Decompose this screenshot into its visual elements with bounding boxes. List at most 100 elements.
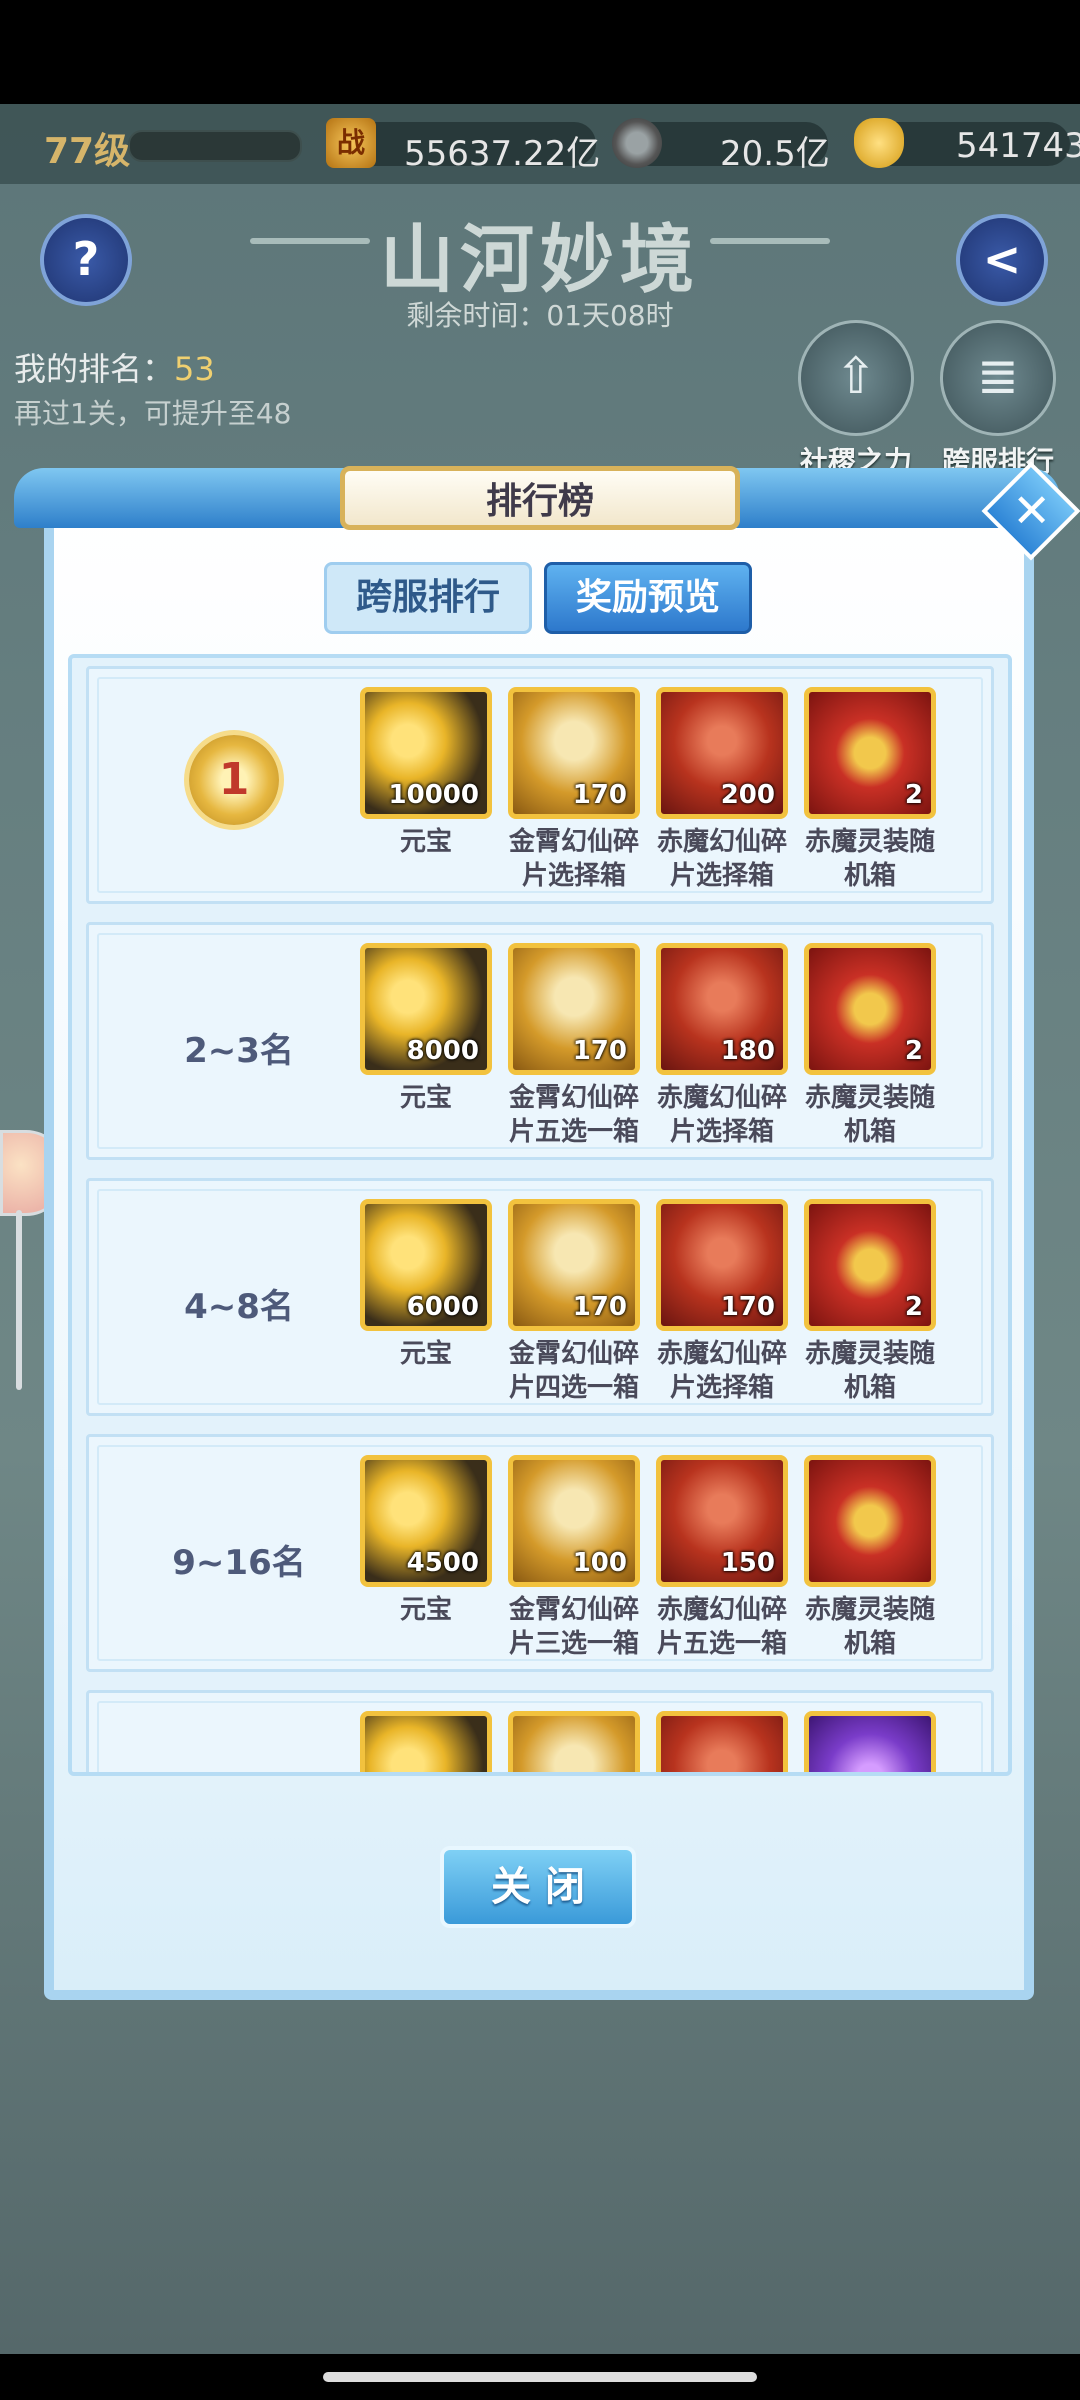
gold-fragment-box-icon	[508, 1711, 640, 1772]
item-count: 100	[572, 1548, 627, 1578]
item-name: 赤魔幻仙碎片选择箱	[656, 1339, 787, 1403]
item-count: 10000	[388, 780, 479, 810]
item-count: 4500	[406, 1548, 479, 1578]
my-rank: 我的排名：53	[14, 344, 215, 390]
item-count: 2	[904, 780, 923, 810]
navigation-bar	[0, 2354, 1080, 2400]
rank-label: 2~3名	[184, 1031, 294, 1071]
resource-bar: 77级 战 55637.22亿 20.5亿 541743	[0, 104, 1080, 184]
item-count: 150	[720, 1548, 775, 1578]
item-count: 170	[572, 780, 627, 810]
reward-item[interactable]: 200 赤魔幻仙碎片选择箱	[651, 687, 793, 893]
close-button[interactable]: 关 闭	[440, 1846, 636, 1928]
item-name: 赤魔幻仙碎片五选一箱	[656, 1595, 787, 1659]
power-icon: ⇧	[798, 320, 914, 436]
red-fragment-box-icon: 170	[656, 1199, 788, 1331]
reward-item[interactable]: 2 赤魔灵装随机箱	[799, 687, 941, 893]
cross-server-ranking-button[interactable]: ≣ 跨服排行	[928, 320, 1068, 480]
reward-item[interactable]: 150 赤魔幻仙碎片五选一箱	[651, 1455, 793, 1661]
reward-item[interactable]: 10000 元宝	[355, 687, 497, 859]
gold-fragment-box-icon: 170	[508, 1199, 640, 1331]
purple-chest-icon	[804, 1711, 936, 1772]
item-count: 170	[572, 1292, 627, 1322]
reward-item[interactable]: 170 金霄幻仙碎片四选一箱	[503, 1199, 645, 1405]
item-name: 元宝	[399, 827, 452, 857]
ingot-icon	[360, 1711, 492, 1772]
tab-cross-server-ranking[interactable]: 跨服排行	[324, 562, 532, 634]
back-button[interactable]: <	[956, 214, 1048, 306]
item-name: 赤魔灵装随机箱	[804, 1595, 935, 1659]
reward-item[interactable]: 100 金霄幻仙碎片三选一箱	[503, 1455, 645, 1661]
rank-label: 4~8名	[184, 1287, 294, 1327]
reward-row	[86, 1690, 994, 1772]
reward-item[interactable]	[651, 1711, 793, 1772]
home-indicator[interactable]	[323, 2372, 757, 2382]
my-rank-value: 53	[174, 350, 215, 388]
gold-fragment-box-icon: 170	[508, 943, 640, 1075]
ranking-icon: ≣	[940, 320, 1056, 436]
reward-row: 2~3名 8000 元宝 170 金霄幻仙碎片五选一箱 180 赤魔幻仙碎片选择箱 2…	[86, 922, 994, 1160]
sheji-power-button[interactable]: ⇧ 社稷之力	[786, 320, 926, 480]
item-count: 6000	[406, 1292, 479, 1322]
reward-item[interactable]: 170 赤魔幻仙碎片选择箱	[651, 1199, 793, 1405]
rank-hint: 再过1关，可提升至48	[14, 397, 292, 430]
treasure-chest-icon: 2	[804, 687, 936, 819]
reward-item[interactable]: 6000 元宝	[355, 1199, 497, 1371]
first-place-medal-icon: 1	[189, 735, 279, 825]
item-name: 金霄幻仙碎片五选一箱	[508, 1083, 639, 1147]
power-icon: 战	[326, 118, 376, 168]
gold-fragment-box-icon: 170	[508, 687, 640, 819]
reward-row: 4~8名 6000 元宝 170 金霄幻仙碎片四选一箱 170 赤魔幻仙碎片选择箱 2…	[86, 1178, 994, 1416]
red-fragment-box-icon: 180	[656, 943, 788, 1075]
red-fragment-box-icon	[656, 1711, 788, 1772]
ingot-icon: 6000	[360, 1199, 492, 1331]
tab-reward-preview[interactable]: 奖励预览	[544, 562, 752, 634]
reward-row: 9~16名 4500 元宝 100 金霄幻仙碎片三选一箱 150 赤魔幻仙碎片五选一箱…	[86, 1434, 994, 1672]
item-count: 8000	[406, 1036, 479, 1066]
reward-item[interactable]	[355, 1711, 497, 1772]
silver-coin-icon	[612, 118, 662, 168]
item-name: 赤魔幻仙碎片选择箱	[656, 827, 787, 891]
reward-row: 1 10000 元宝 170 金霄幻仙碎片选择箱 200 赤魔幻仙碎片选择箱 2 赤魔灵…	[86, 666, 994, 904]
reward-item[interactable]: 2 赤魔灵装随机箱	[799, 1199, 941, 1405]
item-name: 元宝	[399, 1083, 452, 1113]
item-name: 金霄幻仙碎片四选一箱	[508, 1339, 639, 1403]
item-name: 元宝	[399, 1595, 452, 1625]
treasure-chest-icon	[804, 1455, 936, 1587]
reward-item[interactable]: 4500 元宝	[355, 1455, 497, 1627]
reward-item[interactable]	[503, 1711, 645, 1772]
power-value: 55637.22亿	[404, 134, 601, 174]
item-name: 金霄幻仙碎片选择箱	[508, 827, 639, 891]
item-name: 元宝	[399, 1339, 452, 1369]
red-fragment-box-icon: 200	[656, 687, 788, 819]
ingot-icon	[854, 118, 904, 168]
reward-item[interactable]	[799, 1711, 941, 1772]
item-count: 180	[720, 1036, 775, 1066]
treasure-chest-icon: 2	[804, 943, 936, 1075]
ingot-value: 541743	[956, 126, 1080, 166]
level-progress-bar	[128, 130, 302, 162]
item-count: 170	[572, 1036, 627, 1066]
close-glyph: ✕	[1012, 483, 1051, 538]
reward-list[interactable]: 1 10000 元宝 170 金霄幻仙碎片选择箱 200 赤魔幻仙碎片选择箱 2 赤魔灵…	[68, 654, 1012, 1776]
rank-label: 9~16名	[172, 1543, 306, 1583]
ingot-icon: 8000	[360, 943, 492, 1075]
reward-item[interactable]: 170 金霄幻仙碎片五选一箱	[503, 943, 645, 1149]
reward-item[interactable]: 170 金霄幻仙碎片选择箱	[503, 687, 645, 893]
reward-item[interactable]: 8000 元宝	[355, 943, 497, 1115]
item-name: 金霄幻仙碎片三选一箱	[508, 1595, 639, 1659]
ingot-icon: 10000	[360, 687, 492, 819]
item-count: 2	[904, 1292, 923, 1322]
page-title: 山河妙境	[380, 217, 700, 303]
reward-item[interactable]: 赤魔灵装随机箱	[799, 1455, 941, 1661]
ingot-icon: 4500	[360, 1455, 492, 1587]
item-name: 赤魔幻仙碎片选择箱	[656, 1083, 787, 1147]
dialog-title: 排行榜	[340, 466, 740, 530]
silver-value: 20.5亿	[720, 134, 830, 174]
player-level: 77级	[44, 131, 131, 172]
reward-item[interactable]: 180 赤魔幻仙碎片选择箱	[651, 943, 793, 1149]
item-name: 赤魔灵装随机箱	[804, 827, 935, 891]
status-bar	[0, 0, 1080, 104]
my-rank-label: 我的排名：	[14, 350, 175, 388]
reward-item[interactable]: 2 赤魔灵装随机箱	[799, 943, 941, 1149]
